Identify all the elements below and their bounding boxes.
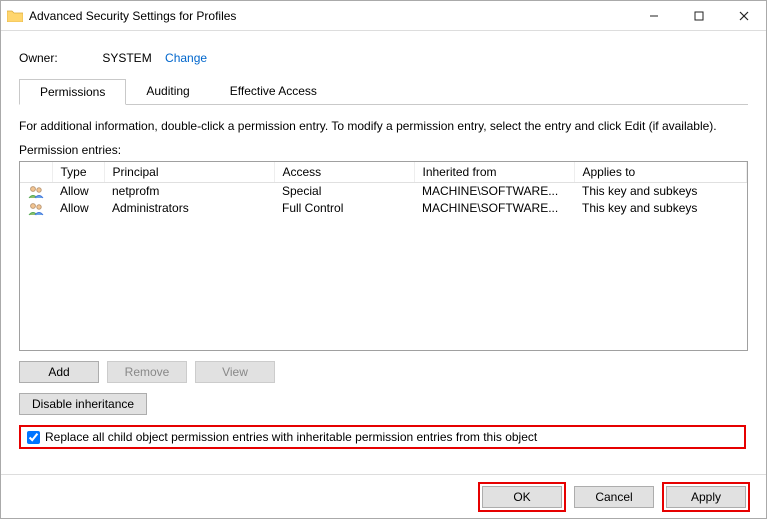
column-header-type[interactable]: Type [52,162,104,183]
tab-permissions[interactable]: Permissions [19,79,126,105]
maximize-button[interactable] [676,1,721,30]
view-button[interactable]: View [195,361,275,383]
highlight-ok: OK [478,482,566,512]
tab-label: Auditing [146,84,189,98]
cell-inherited: MACHINE\SOFTWARE... [414,183,574,200]
entry-buttons-row: Add Remove View [19,361,748,383]
column-header-inherited[interactable]: Inherited from [414,162,574,183]
cancel-button[interactable]: Cancel [574,486,654,508]
tabs: Permissions Auditing Effective Access [19,79,748,105]
info-text: For additional information, double-click… [19,119,748,133]
cell-principal: Administrators [104,200,274,217]
table-header-row: Type Principal Access Inherited from App… [20,162,747,183]
replace-children-label: Replace all child object permission entr… [45,430,537,444]
cell-access: Special [274,183,414,200]
titlebar: Advanced Security Settings for Profiles [1,1,766,31]
tab-effective-access[interactable]: Effective Access [210,79,337,104]
owner-value: SYSTEM [102,51,151,65]
permission-entries-table[interactable]: Type Principal Access Inherited from App… [19,161,748,351]
tab-label: Effective Access [230,84,317,98]
highlight-apply: Apply [662,482,750,512]
column-header-applies[interactable]: Applies to [574,162,747,183]
owner-row: Owner: SYSTEM Change [19,51,748,65]
column-header-principal[interactable]: Principal [104,162,274,183]
owner-change-link[interactable]: Change [165,51,207,65]
cell-inherited: MACHINE\SOFTWARE... [414,200,574,217]
table-row[interactable]: Allow netprofm Special MACHINE\SOFTWARE.… [20,183,747,200]
inheritance-row: Disable inheritance [19,393,748,415]
window-frame: Advanced Security Settings for Profiles … [0,0,767,519]
cell-applies: This key and subkeys [574,200,747,217]
cell-applies: This key and subkeys [574,183,747,200]
close-button[interactable] [721,1,766,30]
users-icon [28,202,44,216]
window-title: Advanced Security Settings for Profiles [29,9,236,23]
cell-principal: netprofm [104,183,274,200]
column-header-icon[interactable] [20,162,52,183]
ok-button[interactable]: OK [482,486,562,508]
replace-children-checkbox-row[interactable]: Replace all child object permission entr… [19,425,746,449]
dialog-buttons: OK Cancel Apply [1,474,766,518]
tab-label: Permissions [40,85,105,99]
column-header-access[interactable]: Access [274,162,414,183]
tab-auditing[interactable]: Auditing [126,79,209,104]
cell-access: Full Control [274,200,414,217]
minimize-button[interactable] [631,1,676,30]
users-icon [28,185,44,199]
permission-entries-label: Permission entries: [19,143,748,157]
table-row[interactable]: Allow Administrators Full Control MACHIN… [20,200,747,217]
content-area: Owner: SYSTEM Change Permissions Auditin… [1,31,766,474]
folder-icon [7,9,23,22]
add-button[interactable]: Add [19,361,99,383]
cell-type: Allow [52,200,104,217]
remove-button[interactable]: Remove [107,361,187,383]
replace-children-checkbox[interactable] [27,431,40,444]
cell-type: Allow [52,183,104,200]
apply-button[interactable]: Apply [666,486,746,508]
owner-label: Owner: [19,51,99,65]
disable-inheritance-button[interactable]: Disable inheritance [19,393,147,415]
